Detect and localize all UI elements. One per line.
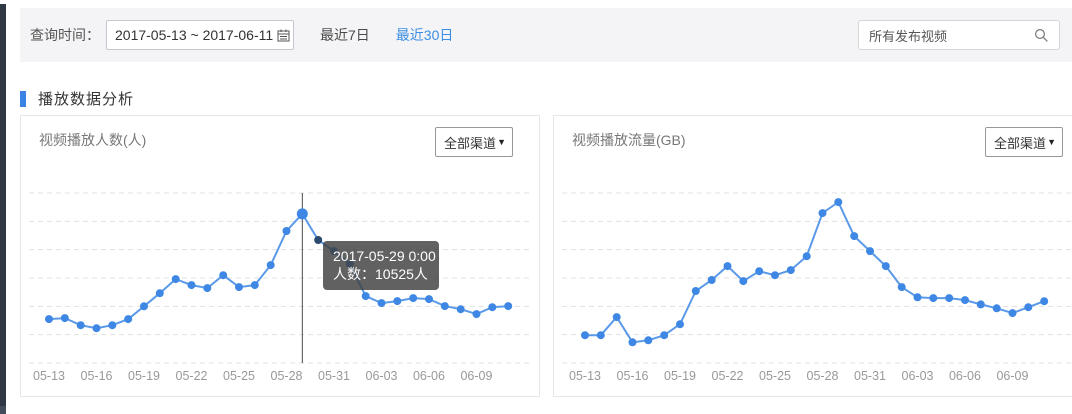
traffic-line-chart[interactable]: 05-13 05-16 05-19 05-22 05-25 05-28 05-31 06-03…	[554, 161, 1072, 396]
svg-text:05-25: 05-25	[759, 369, 791, 383]
svg-text:06-06: 06-06	[413, 369, 445, 383]
svg-text:05-19: 05-19	[664, 369, 696, 383]
tooltip-value: 人数：10525人	[333, 265, 429, 283]
chart-tooltip: 2017-05-29 0:00 人数：10525人	[323, 241, 439, 290]
svg-text:05-28: 05-28	[807, 369, 839, 383]
channel-select-viewers-label: 全部渠道	[444, 133, 496, 152]
query-time-label: 查询时间：	[30, 25, 100, 45]
svg-text:06-03: 06-03	[902, 369, 934, 383]
svg-text:05-16: 05-16	[81, 369, 113, 383]
svg-text:05-25: 05-25	[223, 369, 255, 383]
last-30-days-link[interactable]: 最近30日	[396, 25, 454, 45]
svg-text:05-13: 05-13	[33, 369, 65, 383]
chevron-down-icon: ▼	[497, 137, 506, 147]
published-video-filter[interactable]: 所有发布视频	[858, 20, 1060, 50]
traffic-chart-area: 05-13 05-16 05-19 05-22 05-25 05-28 05-31 06-03…	[554, 161, 1072, 396]
chevron-down-icon: ▼	[1047, 137, 1056, 147]
published-video-filter-value: 所有发布视频	[869, 26, 947, 45]
svg-text:05-31: 05-31	[854, 369, 886, 383]
svg-text:06-06: 06-06	[949, 369, 981, 383]
traffic-chart-title: 视频播放流量(GB)	[572, 130, 686, 150]
tooltip-date: 2017-05-29 0:00	[333, 247, 429, 265]
svg-text:06-09: 06-09	[996, 369, 1028, 383]
query-toolbar: 查询时间： 最近7日 最近30日 所有发布视频	[20, 8, 1072, 62]
traffic-card-header: 视频播放流量(GB) 全部渠道 ▼	[554, 116, 1072, 158]
svg-text:06-09: 06-09	[460, 369, 492, 383]
viewers-chart-card: 视频播放人数(人) 全部渠道 ▼ 05-1305-1605-1905-2205-…	[20, 115, 540, 397]
svg-text:06-03: 06-03	[366, 369, 398, 383]
svg-text:05-22: 05-22	[712, 369, 744, 383]
calendar-icon[interactable]	[277, 29, 290, 42]
svg-text:05-31: 05-31	[318, 369, 350, 383]
svg-text:05-13: 05-13	[569, 369, 601, 383]
section-header: 播放数据分析	[20, 88, 134, 109]
channel-select-traffic[interactable]: 全部渠道 ▼	[985, 127, 1063, 157]
viewers-chart-title: 视频播放人数(人)	[39, 130, 146, 150]
date-range-input[interactable]	[107, 21, 293, 49]
last-7-days-link[interactable]: 最近7日	[320, 25, 370, 45]
date-range-picker[interactable]	[106, 20, 294, 50]
viewers-card-header: 视频播放人数(人) 全部渠道 ▼	[21, 116, 539, 158]
channel-select-viewers[interactable]: 全部渠道 ▼	[435, 127, 513, 157]
svg-text:05-16: 05-16	[617, 369, 649, 383]
section-title: 播放数据分析	[38, 88, 134, 109]
svg-text:05-28: 05-28	[271, 369, 303, 383]
traffic-chart-card: 视频播放流量(GB) 全部渠道 ▼ 05-1305-1605-1905-2205…	[553, 115, 1072, 397]
viewers-chart-area: 05-13 05-16 05-19 05-22 05-25 05-28 05-31 06-03…	[21, 161, 539, 396]
section-accent-bar	[20, 91, 26, 107]
sidebar-edge-footer	[0, 406, 6, 414]
viewers-line-chart[interactable]: 05-13 05-16 05-19 05-22 05-25 05-28 05-31 06-03…	[21, 161, 539, 396]
sidebar-edge	[0, 4, 6, 414]
search-icon[interactable]	[1034, 28, 1049, 43]
svg-text:05-19: 05-19	[128, 369, 160, 383]
svg-text:05-22: 05-22	[176, 369, 208, 383]
channel-select-traffic-label: 全部渠道	[994, 133, 1046, 152]
